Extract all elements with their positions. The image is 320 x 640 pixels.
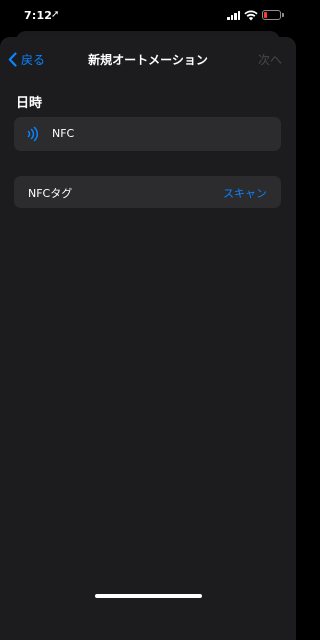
scan-button[interactable]: スキャン xyxy=(223,185,267,201)
nfc-tag-label: NFCタグ xyxy=(28,187,73,200)
status-time: 7:12 xyxy=(24,9,53,22)
home-indicator[interactable] xyxy=(95,594,202,598)
page-title: 新規オートメーション xyxy=(88,53,208,67)
battery-icon xyxy=(262,10,281,20)
nfc-tag-row: NFCタグ スキャン xyxy=(14,176,281,208)
status-bar: 7:12 ➚ xyxy=(0,0,296,34)
battery-cap xyxy=(282,13,284,17)
navigation-bar: 戻る 新規オートメーション 次へ xyxy=(0,37,296,81)
wifi-icon xyxy=(244,10,258,21)
next-button[interactable]: 次へ xyxy=(258,51,282,68)
location-arrow-icon: ➚ xyxy=(51,9,60,20)
battery-level xyxy=(264,12,267,18)
section-header: 日時 xyxy=(16,96,43,111)
nfc-icon xyxy=(27,126,39,142)
nfc-trigger-card[interactable]: NFC xyxy=(14,117,281,151)
automation-sheet: 戻る 新規オートメーション 次へ 日時 NFC NFCタグ スキャン xyxy=(0,37,296,640)
trigger-label: NFC xyxy=(52,127,75,140)
cellular-signal-icon xyxy=(227,11,241,20)
